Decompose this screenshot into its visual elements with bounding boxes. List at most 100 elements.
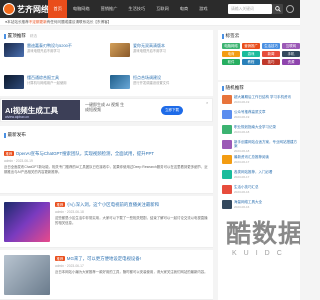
ad-download-button[interactable]: 立即下载 — [161, 106, 183, 115]
post-tag: 推荐 — [55, 256, 65, 261]
ad-banner[interactable]: AI视频生成工具 aiview.aiphax.cn 一键即生成 AI 视频 生成… — [0, 98, 213, 122]
featured-item-title[interactable]: 懂百通综合报工具 — [27, 75, 85, 80]
tag-item[interactable]: 教程 — [242, 59, 260, 65]
post-thumb[interactable] — [4, 202, 50, 242]
featured-title: 置顶推荐 精选 — [4, 33, 37, 39]
recent-date: 2023-06-17 — [234, 175, 250, 180]
recent-thumb[interactable] — [222, 170, 232, 179]
tag-item[interactable]: 资源 — [282, 59, 300, 65]
recent-item[interactable]: 新手创建网站合适方案，专业网站搭建方案 2023-06-18 — [222, 140, 298, 153]
recent-thumb[interactable] — [222, 185, 232, 194]
post-excerpt: 近日全面发布ChatGPT新功能，相关专门推荐的AI工具团队已在接收中，如果你使… — [4, 165, 208, 174]
featured-thumb — [4, 75, 24, 89]
ad-close-icon[interactable]: × — [206, 100, 208, 105]
featured-item[interactable]: 雷迪嘉泰刃鸭设与5200不 游戏电视开启不用学习 — [4, 43, 85, 57]
recent-item[interactable]: 最新资讯汇总推荐阅读 2023-06-17 — [222, 155, 298, 164]
recent-date: 2023-06-16 — [234, 190, 250, 195]
featured-item-desc: 游戏电视开启不用学习 — [27, 49, 60, 53]
recent-thumb[interactable] — [222, 95, 232, 104]
tag-item[interactable]: 技巧 — [262, 59, 280, 65]
recent-thumb[interactable] — [222, 155, 232, 164]
tag-item[interactable]: 游戏 — [242, 51, 260, 57]
tag-item[interactable]: 手机 — [282, 51, 300, 57]
featured-item[interactable]: 懂百通综合报工具 计算机与网络用户一起使用 — [4, 75, 85, 89]
post-meta: admin · 2023-06-17 — [55, 264, 84, 268]
title-accent — [4, 33, 6, 39]
featured-hint: 精选 — [29, 33, 38, 38]
latest-header: 最新发布 — [0, 126, 213, 146]
featured-item-title[interactable]: 恒点合场调建设 — [133, 75, 191, 80]
recent-title[interactable]: 生活小技巧汇总 — [234, 185, 259, 189]
nav-item-internet[interactable]: 互联网 — [151, 0, 175, 18]
post-title-text[interactable]: OpenAI宣布与ChatGPT搜索团队，实现视频检测，全面试用，提升PPT — [16, 151, 154, 156]
recent-item[interactable]: 公众号推荐高质文章 2023-06-19 — [222, 110, 298, 119]
recent-item[interactable]: 职业规划指南大全学习记录 2023-06-18 — [222, 125, 298, 134]
tag-item[interactable]: 互联网 — [282, 43, 300, 49]
recent-info: 最新资讯汇总推荐阅读 2023-06-17 — [234, 155, 269, 164]
post-title[interactable]: 推荐 OpenAI宣布与ChatGPT搜索团队，实现视频检测，全面试用，提升PPT — [4, 151, 209, 157]
latest-title-text: 最新发布 — [7, 132, 26, 137]
page: 艺齐网络 首页 电脑网络 营销推广 生活技巧 互联网 电商 游戏 请输入关键词 … — [0, 0, 300, 300]
user-icon[interactable] — [286, 5, 294, 13]
recent-title[interactable]: 海量网络工具大全 — [234, 200, 262, 204]
recent-date: 2023-06-17 — [234, 160, 250, 165]
recent-thumb[interactable] — [222, 200, 232, 209]
recent-item[interactable]: 海量网络工具大全 2023-06-16 — [222, 200, 298, 209]
recent-item[interactable]: 各类网站推荐，入门必看 2023-06-17 — [222, 170, 298, 179]
recent-title-text: 随机推荐 — [225, 85, 244, 90]
site-logo[interactable]: 艺齐网络 — [3, 3, 49, 15]
nav-item-games[interactable]: 游戏 — [194, 0, 213, 18]
recent-thumb[interactable] — [222, 140, 232, 149]
featured-thumb — [4, 43, 24, 57]
recent-item[interactable]: 超大暑期后工作日结构 学习手机资讯 2023-06-19 — [222, 95, 298, 104]
post-title[interactable]: 推荐 小心深入洞，这个小区电视前的直播关注最新和 — [55, 202, 209, 208]
tag-item[interactable]: 生活技巧 — [262, 43, 280, 49]
main-nav: 首页 电脑网络 营销推广 生活技巧 互联网 电商 游戏 — [48, 0, 213, 18]
tag-item[interactable]: 电商 — [222, 51, 240, 57]
logo-text: 艺齐网络 — [17, 4, 49, 14]
featured-item[interactable]: 恒点合场调建设 进行开发调建设设置文件 — [110, 75, 191, 89]
post-thumb[interactable] — [4, 255, 50, 295]
recent-item[interactable]: 生活小技巧汇总 2023-06-16 — [222, 185, 298, 194]
ad-image: AI视频生成工具 aiview.aiphax.cn — [2, 100, 80, 120]
search-button[interactable] — [272, 4, 283, 14]
post-title-text[interactable]: MG来了，可以更方便地设定电视设备! — [67, 256, 141, 261]
recent-thumb[interactable] — [222, 110, 232, 119]
recent-thumb[interactable] — [222, 125, 232, 134]
post-title[interactable]: 推荐 MG来了，可以更方便地设定电视设备! — [55, 256, 209, 262]
post-title-text[interactable]: 小心深入洞，这个小区电视前的直播关注最新和 — [67, 202, 159, 207]
top-navbar: 艺齐网络 首页 电脑网络 营销推广 生活技巧 互联网 电商 游戏 请输入关键词 — [0, 0, 300, 18]
featured-item-title[interactable]: 雷迪嘉泰刃鸭设与5200不 — [27, 43, 85, 48]
featured-item-desc: 游戏电视开启不用学习 — [133, 49, 166, 53]
recent-info: 公众号推荐高质文章 2023-06-19 — [234, 110, 266, 119]
nav-item-home[interactable]: 首页 — [48, 0, 68, 18]
featured-item-title[interactable]: 爱你无双高清版本 — [133, 43, 191, 48]
recent-date: 2023-06-16 — [234, 205, 250, 210]
tag-item[interactable]: 软件 — [222, 59, 240, 65]
recent-date: 2023-06-18 — [234, 130, 250, 135]
post-excerpt: 近日本网站小编为大家推荐一款好用的工具，随时都可以安装使用，请大家关注我们网站的… — [55, 270, 208, 274]
nav-item-ecommerce[interactable]: 电商 — [174, 0, 193, 18]
tag-item[interactable]: 营销推广 — [242, 43, 260, 49]
recent-title[interactable]: 公众号推荐高质文章 — [234, 110, 266, 114]
tag-cloud-panel: 标签云 电脑网络 营销推广 生活技巧 互联网 电商 游戏 新闻 手机 软件 教程 技巧 资源 — [218, 30, 300, 80]
nav-item-computer[interactable]: 电脑网络 — [67, 0, 95, 18]
featured-item[interactable]: 爱你无双高清版本 游戏电视开启不用学习 — [110, 43, 191, 57]
notice-highlight: 不定期更新 — [28, 19, 47, 24]
featured-thumb — [110, 75, 130, 89]
recent-title[interactable]: 最新资讯汇总推荐阅读 — [234, 155, 269, 159]
nav-item-marketing[interactable]: 营销推广 — [95, 0, 123, 18]
latest-title: 最新发布 — [4, 132, 26, 138]
recent-title[interactable]: 职业规划指南大全学习记录 — [234, 125, 276, 129]
featured-panel: 置顶推荐 精选 雷迪嘉泰刃鸭设与5200不 游戏电视开启不用学习 爱你无双高清版本… — [0, 30, 213, 96]
tag-item[interactable]: 电脑网络 — [222, 43, 240, 49]
search-input[interactable]: 请输入关键词 — [228, 4, 272, 14]
recent-title[interactable]: 超大暑期后工作日结构 学习手机资讯 — [234, 95, 291, 99]
ad-title: AI视频生成工具 — [5, 105, 59, 115]
notice-prefix: ●本站站长推荐 — [5, 19, 29, 24]
tag-item[interactable]: 新闻 — [262, 51, 280, 57]
post-tag: 推荐 — [55, 202, 65, 207]
recent-title[interactable]: 新手创建网站合适方案，专业网站搭建方案 — [234, 140, 298, 148]
recent-title[interactable]: 各类网站推荐，入门必看 — [234, 170, 273, 174]
nav-item-life[interactable]: 生活技巧 — [123, 0, 151, 18]
